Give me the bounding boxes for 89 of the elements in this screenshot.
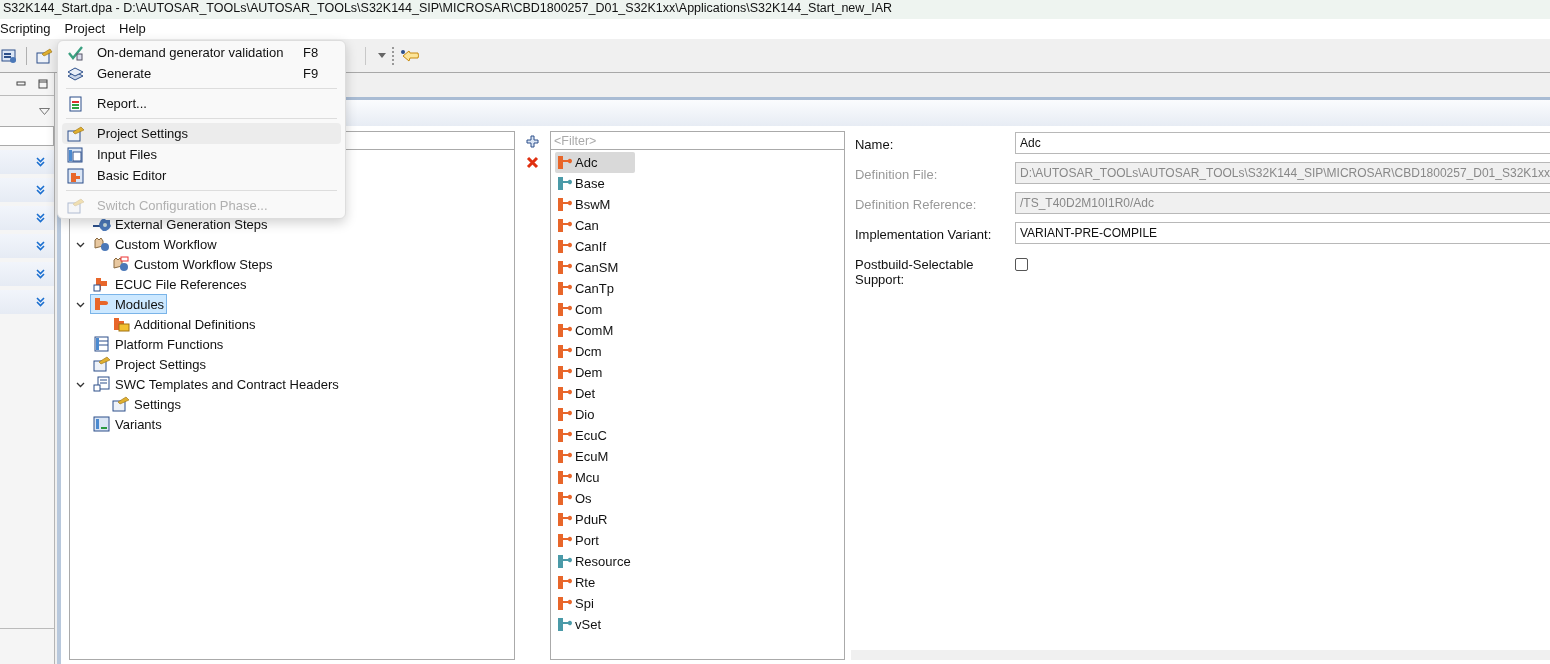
expand-chevron-icon[interactable]	[36, 185, 45, 195]
add-icon[interactable]	[526, 135, 539, 148]
tree-item[interactable]: SWC Templates and Contract Headers	[90, 374, 342, 394]
module-item[interactable]: Base	[555, 173, 635, 194]
tree-item[interactable]: Modules	[90, 294, 168, 314]
section-bar[interactable]	[0, 234, 54, 258]
module-item[interactable]: Port	[555, 530, 635, 551]
section-bar[interactable]	[0, 290, 54, 314]
module-item[interactable]: Com	[555, 299, 635, 320]
expand-chevron-icon[interactable]	[36, 297, 45, 307]
field-label: Definition File:	[854, 166, 939, 182]
checkbox[interactable]	[1015, 258, 1028, 271]
list-icon	[93, 336, 111, 352]
text-field[interactable]: VARIANT-PRE-COMPILE	[1015, 222, 1550, 244]
menu-item[interactable]: Input Files	[62, 144, 341, 165]
module-item[interactable]: PduR	[555, 509, 635, 530]
tree-item[interactable]: Custom Workflow	[90, 234, 220, 254]
settings-icon	[67, 197, 84, 214]
tree-item[interactable]: Custom Workflow Steps	[109, 254, 276, 274]
menu-item[interactable]: Project	[57, 19, 113, 39]
hand-gear-icon	[112, 256, 130, 272]
puzzle-icon	[112, 316, 130, 332]
menu-item[interactable]: Report...	[62, 93, 341, 114]
module-item[interactable]: Dio	[555, 404, 635, 425]
module-item[interactable]: Rte	[555, 572, 635, 593]
module-item[interactable]: Adc	[555, 152, 635, 173]
tree-item[interactable]: Project Settings	[90, 354, 210, 374]
tree-item[interactable]: Variants	[90, 414, 165, 434]
module-item[interactable]: CanIf	[555, 236, 635, 257]
module-item[interactable]: Dcm	[555, 341, 635, 362]
tree-item[interactable]: ECUC File References	[90, 274, 250, 294]
report-icon	[67, 95, 84, 112]
view-menu-icon[interactable]	[39, 107, 50, 115]
window-icon	[93, 416, 111, 432]
section-bar[interactable]	[0, 206, 54, 230]
module-item[interactable]: Resource	[555, 551, 635, 572]
module-item[interactable]: BswM	[555, 194, 635, 215]
expand-chevron-icon[interactable]	[36, 213, 45, 223]
tree-item[interactable]: Platform Functions	[90, 334, 227, 354]
maximize-icon[interactable]	[38, 79, 48, 89]
menu-item[interactable]: Generate F9	[62, 63, 341, 84]
field-label: Definition Reference:	[854, 196, 978, 212]
stack-icon	[67, 65, 84, 82]
window-settings-icon[interactable]	[1, 47, 17, 64]
menu-item[interactable]: Scripting	[0, 19, 58, 39]
section-bar[interactable]	[0, 178, 54, 202]
module-item[interactable]: ComM	[555, 320, 635, 341]
hand-gear-icon	[93, 236, 111, 252]
settings-icon	[67, 125, 84, 142]
expand-chevron-icon[interactable]	[36, 157, 45, 167]
module-item[interactable]: Dem	[555, 362, 635, 383]
settings-icon	[112, 396, 130, 412]
module-item[interactable]: EcuC	[555, 425, 635, 446]
module-item[interactable]: Det	[555, 383, 635, 404]
text-field[interactable]: Adc	[1015, 132, 1550, 154]
settings-icon[interactable]	[36, 47, 53, 64]
document-icon	[93, 376, 111, 392]
module-item[interactable]: Spi	[555, 593, 635, 614]
expand-chevron-icon[interactable]	[36, 269, 45, 279]
window-title: S32K144_Start.dpa - D:\AUTOSAR_TOOLs\AUTOSAR_TOOLs\S32K144_SIP\MICROSAR\CBD1800257_D01_S32K1xx\Applications\S32K144_Start_new_IAR	[0, 0, 1550, 19]
section-bar[interactable]	[0, 150, 54, 174]
field-label: Implementation Variant:	[854, 226, 993, 242]
module-item[interactable]: CanTp	[555, 278, 635, 299]
module-item[interactable]: Os	[555, 488, 635, 509]
section-bar[interactable]	[0, 262, 54, 286]
minimize-icon[interactable]	[16, 79, 26, 89]
delete-icon[interactable]	[526, 156, 539, 169]
editor-icon	[67, 167, 84, 184]
menu-item[interactable]: Project Settings	[62, 123, 341, 144]
puzzle-icon	[93, 296, 111, 312]
menu-item[interactable]: Basic Editor	[62, 165, 341, 186]
checkmark-icon	[67, 44, 84, 61]
module-item[interactable]: vSet	[555, 614, 635, 635]
expand-chevron-icon[interactable]	[36, 241, 45, 251]
settings-icon	[93, 356, 111, 372]
module-item[interactable]: Can	[555, 215, 635, 236]
menu-item[interactable]: On-demand generator validation F8	[62, 42, 341, 63]
tree-item[interactable]: Settings	[109, 394, 184, 414]
module-item[interactable]: CanSM	[555, 257, 635, 278]
tree-item[interactable]: Additional Definitions	[109, 314, 259, 334]
document-icon	[67, 146, 84, 163]
caret-icon[interactable]	[378, 53, 386, 58]
pointing-hand-icon[interactable]	[400, 48, 420, 63]
field-label: Postbuild-Selectable Support:	[854, 256, 975, 287]
search-field[interactable]	[0, 126, 54, 146]
module-item[interactable]: Mcu	[555, 467, 635, 488]
module-item[interactable]: EcuM	[555, 446, 635, 467]
menu-item[interactable]: Help	[112, 19, 153, 39]
field-label: Name:	[854, 136, 895, 152]
